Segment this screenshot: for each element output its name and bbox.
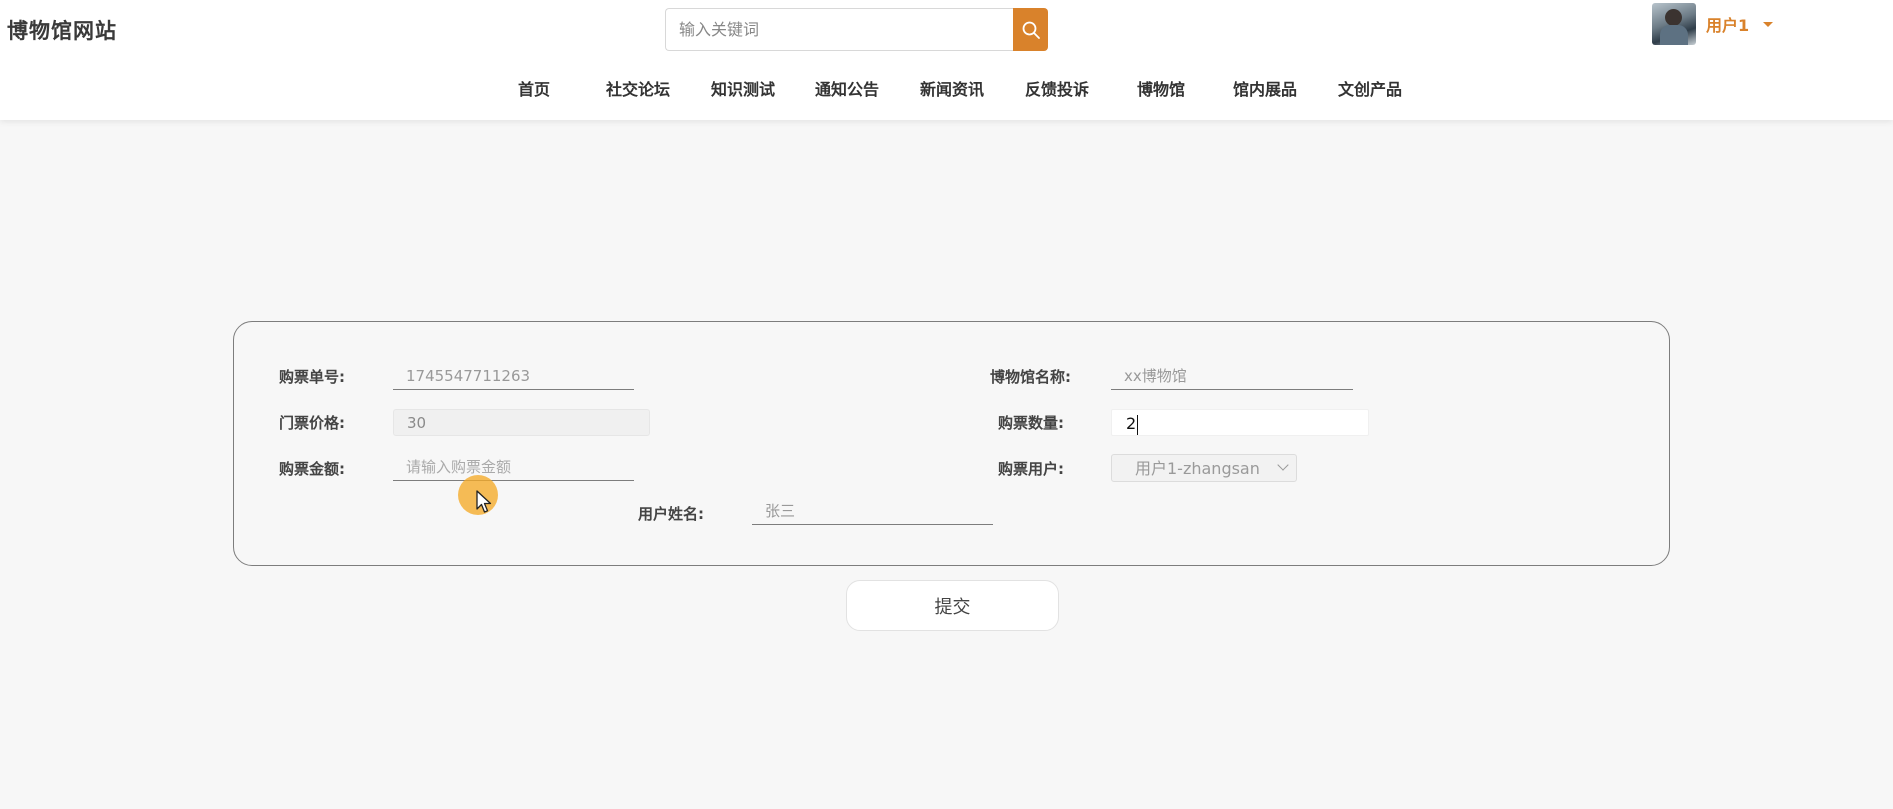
top-header: 博物馆网站 用户1 首页 社交论坛 知识测试 通知公告 新闻资讯 反馈投诉 博物… — [0, 0, 1893, 120]
nav-item-quiz[interactable]: 知识测试 — [711, 76, 775, 100]
nav-item-exhibits[interactable]: 馆内展品 — [1233, 76, 1297, 100]
buyer-select[interactable]: 用户1-zhangsan — [1111, 454, 1297, 482]
nav-item-products[interactable]: 文创产品 — [1338, 76, 1402, 100]
search-input[interactable] — [665, 8, 1013, 51]
amount-input[interactable] — [393, 453, 634, 481]
user-name[interactable]: 用户1 — [1706, 12, 1749, 36]
nav-item-forum[interactable]: 社交论坛 — [606, 76, 670, 100]
quantity-label: 购票数量: — [998, 414, 1064, 432]
museum-name-field[interactable] — [1111, 362, 1353, 390]
chevron-down-icon — [1277, 459, 1289, 471]
ticket-form-card — [233, 321, 1670, 566]
quantity-value: 2 — [1126, 414, 1137, 433]
order-no-field[interactable] — [393, 362, 634, 390]
amount-label: 购票金额: — [279, 460, 345, 478]
nav-item-feedback[interactable]: 反馈投诉 — [1025, 76, 1089, 100]
search-icon — [1022, 21, 1040, 39]
submit-button[interactable]: 提交 — [846, 580, 1059, 631]
avatar-body-shape — [1660, 25, 1688, 45]
nav-item-news[interactable]: 新闻资讯 — [920, 76, 984, 100]
buyer-label: 购票用户: — [998, 460, 1064, 478]
ticket-price-label: 门票价格: — [279, 414, 345, 432]
ticket-price-value: 30 — [407, 414, 427, 432]
user-name-label: 用户姓名: — [638, 505, 704, 523]
search-button[interactable] — [1013, 8, 1048, 51]
main-nav: 首页 社交论坛 知识测试 通知公告 新闻资讯 反馈投诉 博物馆 馆内展品 文创产… — [0, 72, 1893, 106]
order-no-label: 购票单号: — [279, 368, 345, 386]
ticket-price-field[interactable]: 30 — [393, 409, 650, 436]
buyer-select-value: 用户1-zhangsan — [1135, 459, 1260, 478]
caret-down-icon[interactable] — [1763, 21, 1774, 27]
search-bar — [665, 8, 1048, 51]
avatar-head-shape — [1665, 9, 1682, 26]
quantity-input[interactable]: 2 — [1111, 409, 1369, 436]
user-name-field[interactable] — [752, 497, 993, 525]
mouse-pointer-icon — [476, 490, 492, 513]
nav-item-home[interactable]: 首页 — [518, 76, 550, 100]
nav-item-museum[interactable]: 博物馆 — [1137, 76, 1185, 100]
site-title[interactable]: 博物馆网站 — [7, 15, 117, 45]
user-menu[interactable]: 用户1 — [1652, 3, 1774, 45]
text-caret — [1137, 414, 1139, 435]
avatar[interactable] — [1652, 3, 1696, 45]
nav-item-notices[interactable]: 通知公告 — [815, 76, 879, 100]
museum-name-label: 博物馆名称: — [990, 368, 1071, 386]
